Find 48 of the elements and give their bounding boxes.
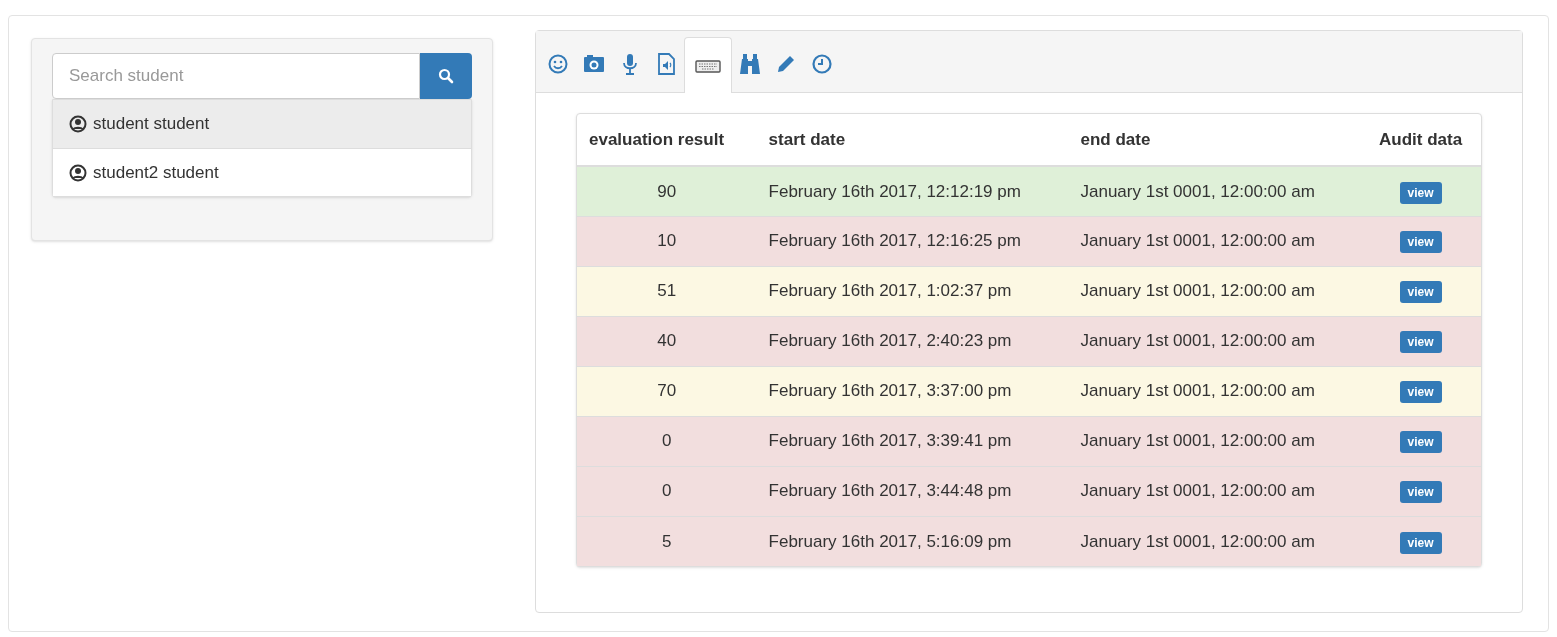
student-name: student2 student [93,161,219,184]
student-item[interactable]: student2 student [53,148,471,196]
view-button[interactable]: view [1399,331,1442,354]
table-cell: January 1st 0001, 12:00:00 am [1068,166,1361,216]
view-button[interactable]: view [1399,281,1442,304]
smiley-icon [547,53,569,75]
tab[interactable] [684,37,732,93]
student-item[interactable]: student student [53,100,471,148]
table-cell: 10 [577,216,757,266]
table-cell: February 16th 2017, 12:12:19 pm [756,166,1069,216]
table-cell: February 16th 2017, 5:16:09 pm [756,516,1069,566]
table-cell: January 1st 0001, 12:00:00 am [1068,316,1361,366]
table-cell: 5 [577,516,757,566]
pencil-icon [775,53,797,75]
table-cell: January 1st 0001, 12:00:00 am [1068,466,1361,516]
table-cell: 51 [577,266,757,316]
search-icon [438,68,454,84]
table-cell: 70 [577,366,757,416]
audio-file-icon [655,53,677,75]
table-cell: February 16th 2017, 2:40:23 pm [756,316,1069,366]
view-button[interactable]: view [1399,181,1442,204]
table-cell: February 16th 2017, 3:44:48 pm [756,466,1069,516]
search-field[interactable]: Search student [52,53,420,99]
table-cell: January 1st 0001, 12:00:00 am [1068,216,1361,266]
view-button[interactable]: view [1399,231,1442,254]
table-cell: January 1st 0001, 12:00:00 am [1068,266,1361,316]
table-cell: January 1st 0001, 12:00:00 am [1068,416,1361,466]
search-button[interactable] [420,53,472,99]
student-name: student student [93,113,210,136]
table-cell: February 16th 2017, 3:37:00 pm [756,366,1069,416]
table-cell: 0 [577,416,757,466]
view-button[interactable]: view [1399,531,1442,554]
binoculars-icon [739,53,761,75]
table-cell: 0 [577,466,757,516]
view-button[interactable]: view [1399,481,1442,504]
camera-icon [583,53,605,75]
clock-icon [811,53,833,75]
table-cell: February 16th 2017, 1:02:37 pm [756,266,1069,316]
user-icon [69,163,87,182]
table-cell: 90 [577,166,757,216]
view-button[interactable]: view [1399,431,1442,454]
table-cell: January 1st 0001, 12:00:00 am [1068,516,1361,566]
table-cell: February 16th 2017, 3:39:41 pm [756,416,1069,466]
table-cell: January 1st 0001, 12:00:00 am [1068,366,1361,416]
table-cell: February 16th 2017, 12:16:25 pm [756,216,1069,266]
view-button[interactable]: view [1399,381,1442,404]
table-cell: 40 [577,316,757,366]
user-icon [69,115,87,133]
